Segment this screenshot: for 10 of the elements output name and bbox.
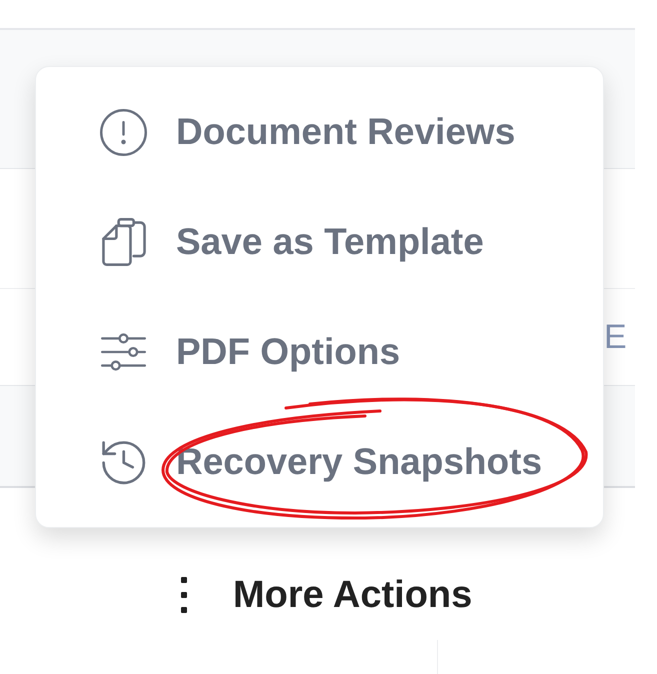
menu-item[interactable]: Document Reviews <box>36 77 603 187</box>
menu-item[interactable]: Save as Template <box>36 187 603 297</box>
alert-circle-icon <box>100 108 147 156</box>
history-icon <box>100 438 147 486</box>
menu-item[interactable]: Recovery Snapshots <box>36 407 603 517</box>
clipboard-icon <box>102 218 146 266</box>
menu-item[interactable]: PDF Options <box>36 297 603 407</box>
table-cell-text: E <box>604 320 627 354</box>
vertical-dots-icon <box>180 577 188 613</box>
sliders-icon <box>101 332 146 372</box>
